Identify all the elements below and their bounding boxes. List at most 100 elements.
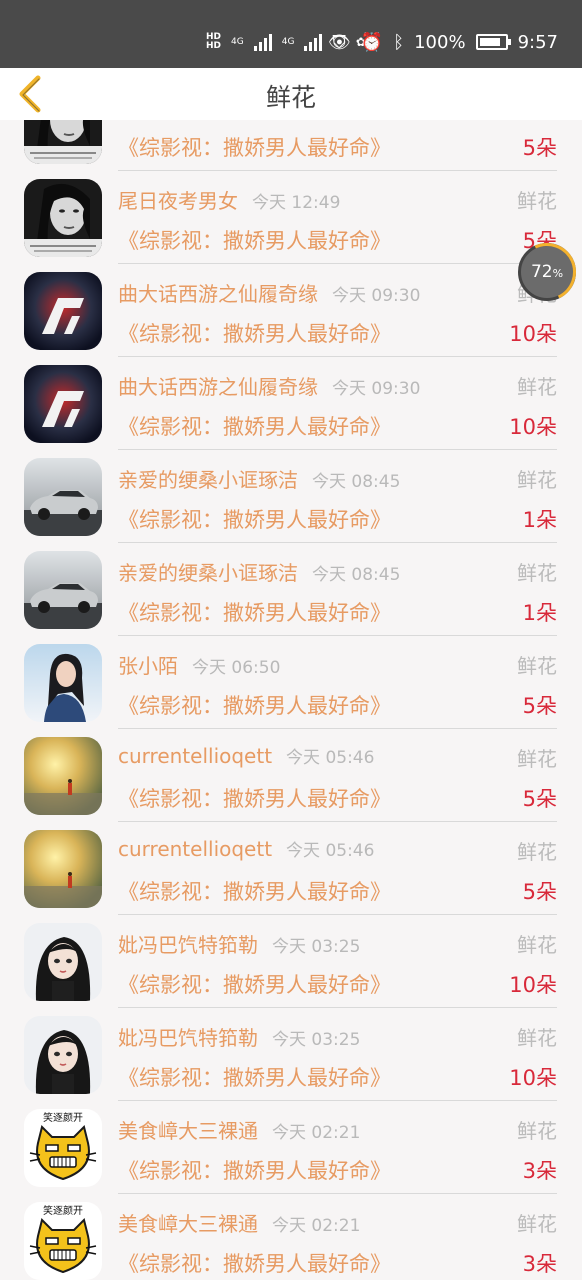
gift-type: 鲜花	[517, 375, 557, 399]
gift-type: 鲜花	[517, 654, 557, 678]
user-name-text: 曲大话西游之仙履奇缘	[118, 282, 318, 306]
user-name[interactable]: currentellioqett 今天 05:46	[118, 743, 374, 768]
flower-count: 3朵	[522, 1159, 557, 1183]
svg-text:笑逐颜开: 笑逐颜开	[43, 1204, 83, 1217]
user-name-text: 亲爱的绠桑小诓琢洁	[118, 468, 298, 492]
gift-type: 鲜花	[517, 840, 557, 864]
list-item[interactable]: 尾日夜考男女 今天 12:49 鲜花 《综影视：撒娇男人最好命》 5朵	[0, 171, 582, 264]
user-name-text: 美食嶂大三裸通	[118, 1119, 258, 1143]
gift-type: 鲜花	[517, 933, 557, 957]
user-name-text: currentellioqett	[118, 744, 273, 768]
gift-type: 鲜花	[517, 1119, 557, 1143]
user-name[interactable]: 妣冯巴饩特筘勒 今天 03:25	[118, 929, 360, 958]
user-name[interactable]: currentellioqett 今天 05:46	[118, 836, 374, 861]
user-name-text: 张小陌	[118, 654, 178, 678]
book-title[interactable]: 《综影视：撒娇男人最好命》	[118, 597, 391, 627]
user-name[interactable]: 曲大话西游之仙履奇缘 今天 09:30	[118, 278, 420, 307]
avatar[interactable]	[24, 644, 102, 722]
battery-icon	[475, 34, 511, 50]
signal-icon	[253, 33, 272, 51]
avatar[interactable]	[24, 365, 102, 443]
avatar[interactable]: 笑逐颜开	[24, 1202, 102, 1280]
gift-type: 鲜花	[517, 747, 557, 771]
user-name-text: 美食嶂大三裸通	[118, 1212, 258, 1236]
avatar[interactable]	[24, 551, 102, 629]
list-item[interactable]: 妣冯巴饩特筘勒 今天 03:25 鲜花 《综影视：撒娇男人最好命》 10朵	[0, 915, 582, 1008]
book-title[interactable]: 《综影视：撒娇男人最好命》	[118, 1248, 391, 1278]
book-title[interactable]: 《综影视：撒娇男人最好命》	[118, 876, 391, 906]
user-name[interactable]: 妣冯巴饩特筘勒 今天 03:25	[118, 1022, 360, 1051]
user-name[interactable]: 美食嶂大三裸通 今天 02:21	[118, 1115, 360, 1144]
book-title[interactable]: 《综影视：撒娇男人最好命》	[118, 132, 391, 162]
user-name-text: 妣冯巴饩特筘勒	[118, 933, 258, 957]
network-label-2: 4G	[281, 37, 295, 47]
flower-count: 5朵	[522, 136, 557, 160]
timestamp: 今天 08:45	[312, 565, 401, 585]
list-item[interactable]: currentellioqett 今天 05:46 鲜花《综影视：撒娇男人最好命》 5…	[0, 729, 582, 822]
alarm-icon: ⏰	[360, 31, 384, 53]
user-name-text: 妣冯巴饩特筘勒	[118, 1026, 258, 1050]
user-name-text: 尾日夜考男女	[118, 189, 238, 213]
gift-type: 鲜花	[517, 561, 557, 585]
book-title[interactable]: 《综影视：撒娇男人最好命》	[118, 969, 391, 999]
timestamp: 今天 02:21	[272, 1123, 361, 1143]
book-title[interactable]: 《综影视：撒娇男人最好命》	[118, 318, 391, 348]
svg-text:笑逐颜开: 笑逐颜开	[43, 1111, 83, 1124]
avatar[interactable]	[24, 272, 102, 350]
user-name[interactable]: 亲爱的绠桑小诓琢洁 今天 08:45	[118, 557, 400, 586]
flower-count: 1朵	[522, 601, 557, 625]
timestamp: 今天 08:45	[312, 472, 401, 492]
timestamp: 今天 06:50	[192, 658, 281, 678]
gift-type: 鲜花	[517, 1026, 557, 1050]
avatar[interactable]: 笑逐颜开	[24, 1109, 102, 1187]
timestamp: 今天 09:30	[332, 286, 421, 306]
list-item[interactable]: 曲大话西游之仙履奇缘今天 09:30鲜花《综影视：撒娇男人最好命》10朵	[0, 357, 582, 450]
user-name[interactable]: 曲大话西游之仙履奇缘 今天 09:30	[118, 371, 420, 400]
eye-icon: 👁	[328, 31, 351, 53]
avatar[interactable]	[24, 179, 102, 257]
gift-type: 鲜花	[517, 1212, 557, 1236]
user-name[interactable]: 尾日夜考男女 今天 12:49	[118, 185, 340, 214]
user-name[interactable]: 张小陌 今天 06:50	[118, 650, 280, 679]
timestamp: 今天 09:30	[332, 379, 421, 399]
floating-performance-badge[interactable]: 72%	[509, 234, 582, 310]
timestamp: 今天 05:46	[286, 748, 375, 768]
list-item[interactable]: 笑逐颜开 美食嶂大三裸通 今天 02:21 鲜花《综影视：撒娇男人最好命》 3朵	[0, 1101, 582, 1194]
avatar[interactable]	[24, 830, 102, 908]
page-title: 鲜花	[265, 83, 316, 112]
list-item[interactable]: currentellioqett 今天 05:46 鲜花 《综影视：撒娇男人最好命》 5…	[0, 822, 582, 915]
list-item[interactable]: 亲爱的绠桑小诓琢洁 今天 08:45 鲜花《综影视：撒娇男人最好命》 1朵	[0, 543, 582, 636]
avatar[interactable]	[24, 737, 102, 815]
book-title[interactable]: 《综影视：撒娇男人最好命》	[118, 1062, 391, 1092]
book-title[interactable]: 《综影视：撒娇男人最好命》	[118, 411, 391, 441]
status-right: 👁 ⏰ ᛒ 100% 9:57	[328, 22, 558, 62]
avatar[interactable]	[24, 458, 102, 536]
timestamp: 今天 03:25	[272, 1030, 361, 1050]
list-item[interactable]: 笑逐颜开 美食嶂大三裸通 今天 02:21 鲜花 《综影视：撒娇男人最好命》 3朵	[0, 1194, 582, 1280]
book-title[interactable]: 《综影视：撒娇男人最好命》	[118, 690, 391, 720]
list-item[interactable]: 曲大话西游之仙履奇缘今天 09:30鲜花《综影视：撒娇男人最好命》10朵	[0, 264, 582, 357]
avatar[interactable]	[24, 120, 102, 164]
book-title[interactable]: 《综影视：撒娇男人最好命》	[118, 1155, 391, 1185]
list-item[interactable]: 张小陌 今天 06:50 鲜花《综影视：撒娇男人最好命》 5朵	[0, 636, 582, 729]
list-item[interactable]: 妣冯巴饩特筘勒 今天 03:25 鲜花 《综影视：撒娇男人最好命》 10朵	[0, 1008, 582, 1101]
flower-count: 5朵	[522, 694, 557, 718]
book-title[interactable]: 《综影视：撒娇男人最好命》	[118, 783, 391, 813]
flower-count: 5朵	[522, 787, 557, 811]
user-name[interactable]: 亲爱的绠桑小诓琢洁 今天 08:45	[118, 464, 400, 493]
clock: 9:57	[517, 31, 558, 53]
avatar[interactable]	[24, 1016, 102, 1094]
app-header: 鲜花	[0, 68, 582, 120]
signal-icon-2	[304, 33, 323, 51]
user-name-text: 亲爱的绠桑小诓琢洁	[118, 561, 298, 585]
bluetooth-icon: ᛒ	[393, 31, 405, 53]
avatar[interactable]	[24, 923, 102, 1001]
user-name-text: currentellioqett	[118, 837, 273, 861]
list-item[interactable]: 亲爱的绠桑小诓琢洁 今天 08:45 鲜花 《综影视：撒娇男人最好命》 1朵	[0, 450, 582, 543]
list-item[interactable]: 《综影视：撒娇男人最好命》 5朵	[0, 120, 582, 171]
flower-record-list[interactable]: 《综影视：撒娇男人最好命》 5朵 尾日夜考男女 今天 12:49 鲜花 《综影视：撒娇男…	[0, 120, 582, 1280]
book-title[interactable]: 《综影视：撒娇男人最好命》	[118, 504, 391, 534]
gift-type: 鲜花	[517, 468, 557, 492]
book-title[interactable]: 《综影视：撒娇男人最好命》	[118, 225, 391, 255]
user-name[interactable]: 美食嶂大三裸通 今天 02:21	[118, 1208, 360, 1237]
